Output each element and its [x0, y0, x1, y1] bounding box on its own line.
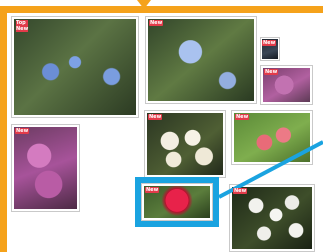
new-badge: New [145, 187, 160, 193]
blue-cluster-image [148, 19, 254, 101]
new-badge-label: New [16, 26, 29, 32]
photo-thumb-white-blossoms[interactable]: New [229, 184, 315, 252]
lilies-image [234, 113, 310, 162]
photo-board: Top New New New New New New New New New [0, 0, 323, 252]
photo-thumb-pink-spikes[interactable]: New [11, 124, 80, 212]
photo-thumb-dark[interactable]: New [260, 37, 280, 61]
photo-thumb-blue-cluster[interactable]: New [145, 16, 257, 104]
new-badge: New [262, 40, 277, 46]
new-badge: New [148, 114, 163, 120]
new-badge: New [235, 114, 250, 120]
new-badge: New [233, 188, 248, 194]
daffodils-image [147, 113, 223, 175]
forget-me-not-image [14, 19, 136, 115]
new-badge: Top New [15, 20, 29, 32]
new-badge: New [15, 128, 30, 134]
new-badge: New [149, 20, 164, 26]
photo-thumb-daffodils[interactable]: New [144, 110, 226, 178]
new-badge: New [264, 69, 279, 75]
frame-left-border [0, 6, 7, 252]
photo-thumb-lilies[interactable]: New [231, 110, 313, 165]
frame-top-border [0, 6, 323, 13]
white-blossoms-image [232, 187, 312, 249]
frame-pointer-arrow [137, 0, 151, 9]
photo-thumb-forget-me-not[interactable]: Top New [11, 16, 139, 118]
pink-spikes-image [14, 127, 77, 209]
selection-highlight [135, 177, 219, 227]
photo-thumb-pink-heather[interactable]: New [260, 65, 313, 105]
